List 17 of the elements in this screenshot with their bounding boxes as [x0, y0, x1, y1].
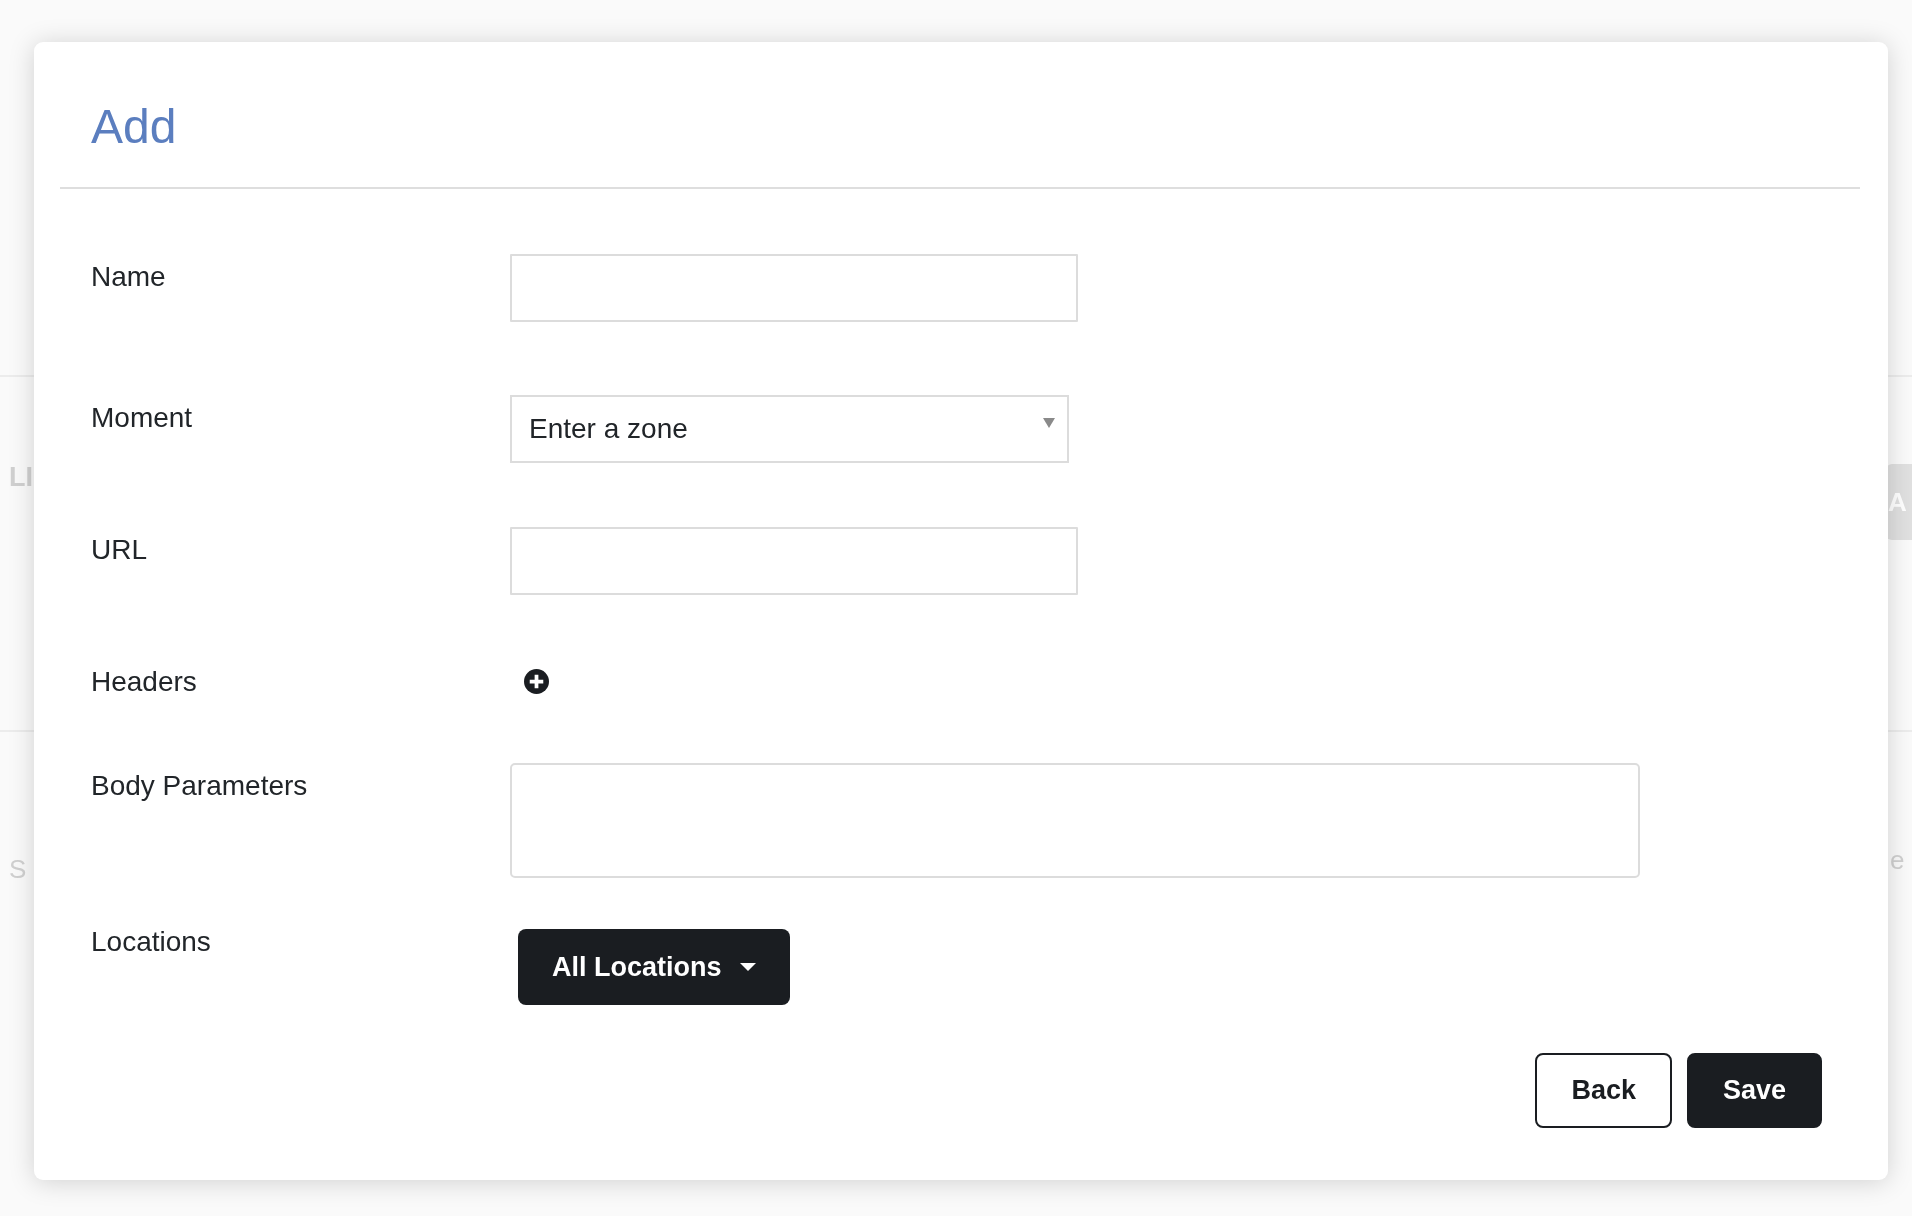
add-circle-icon[interactable]: [524, 669, 549, 694]
secondary-button[interactable]: Back: [1535, 1053, 1672, 1128]
field-label: Headers: [91, 665, 197, 699]
field-label: Name: [91, 260, 166, 294]
text-input[interactable]: [510, 527, 1078, 595]
text-input[interactable]: [510, 254, 1078, 322]
textarea-field[interactable]: [510, 763, 1640, 878]
field-label: Body Parameters: [91, 769, 308, 803]
field-label: URL: [91, 533, 147, 567]
caret-icon: [1043, 418, 1055, 428]
select-field[interactable]: Enter a zone: [510, 395, 1069, 463]
dropdown-button[interactable]: All Locations: [518, 929, 790, 1005]
dialog-title: Add: [91, 99, 177, 155]
primary-button[interactable]: Save: [1686, 1053, 1822, 1128]
field-label: Moment: [91, 401, 193, 435]
field-label: Locations: [91, 925, 211, 959]
caret-icon: [739, 963, 756, 971]
